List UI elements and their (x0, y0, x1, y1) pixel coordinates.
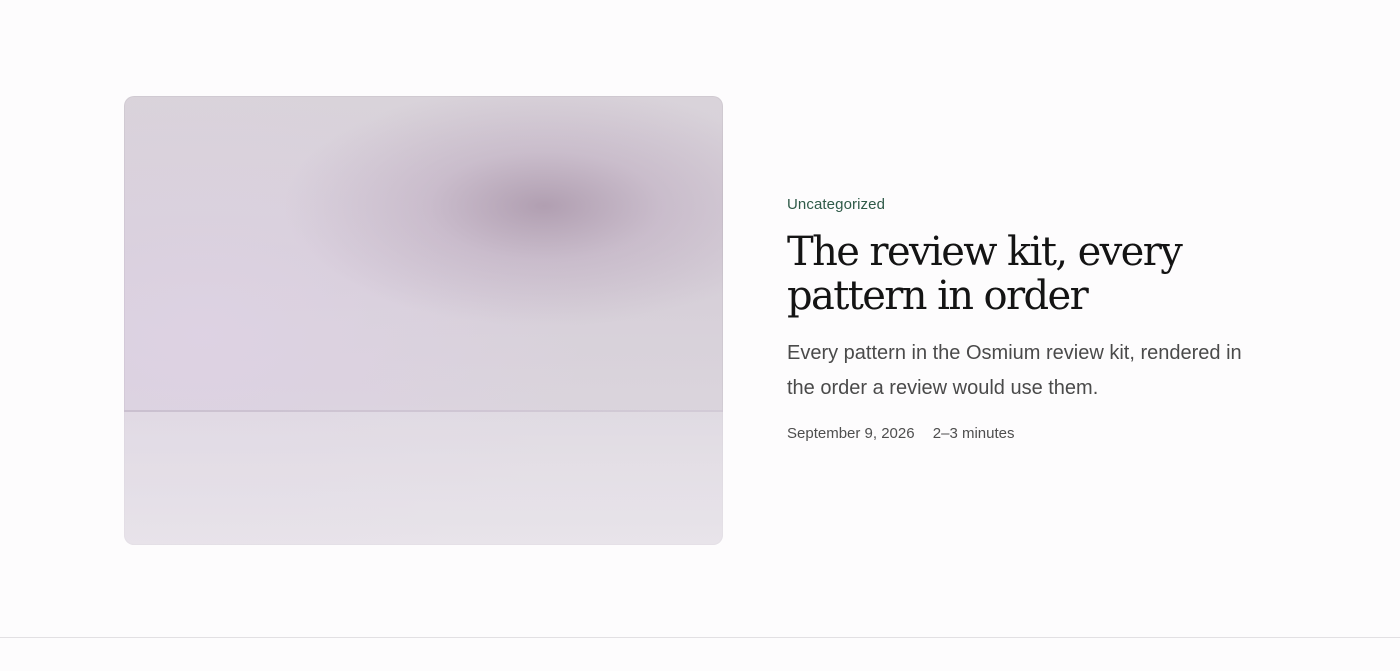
post-title[interactable]: The review kit, every pattern in order (787, 230, 1207, 318)
post-meta: September 9, 2026 2–3 minutes (787, 424, 1287, 444)
featured-image[interactable] (124, 96, 723, 545)
category-link[interactable]: Uncategorized (787, 190, 885, 220)
bottom-divider (0, 637, 1400, 638)
post-date: September 9, 2026 (787, 425, 915, 442)
reading-time: 2–3 minutes (932, 425, 1015, 442)
post-info: Uncategorized The review kit, every patt… (787, 190, 1287, 444)
post-card: Uncategorized The review kit, every patt… (0, 0, 1400, 671)
image-lower-area (124, 412, 723, 545)
post-excerpt: Every pattern in the Osmium review kit, … (787, 342, 1242, 399)
